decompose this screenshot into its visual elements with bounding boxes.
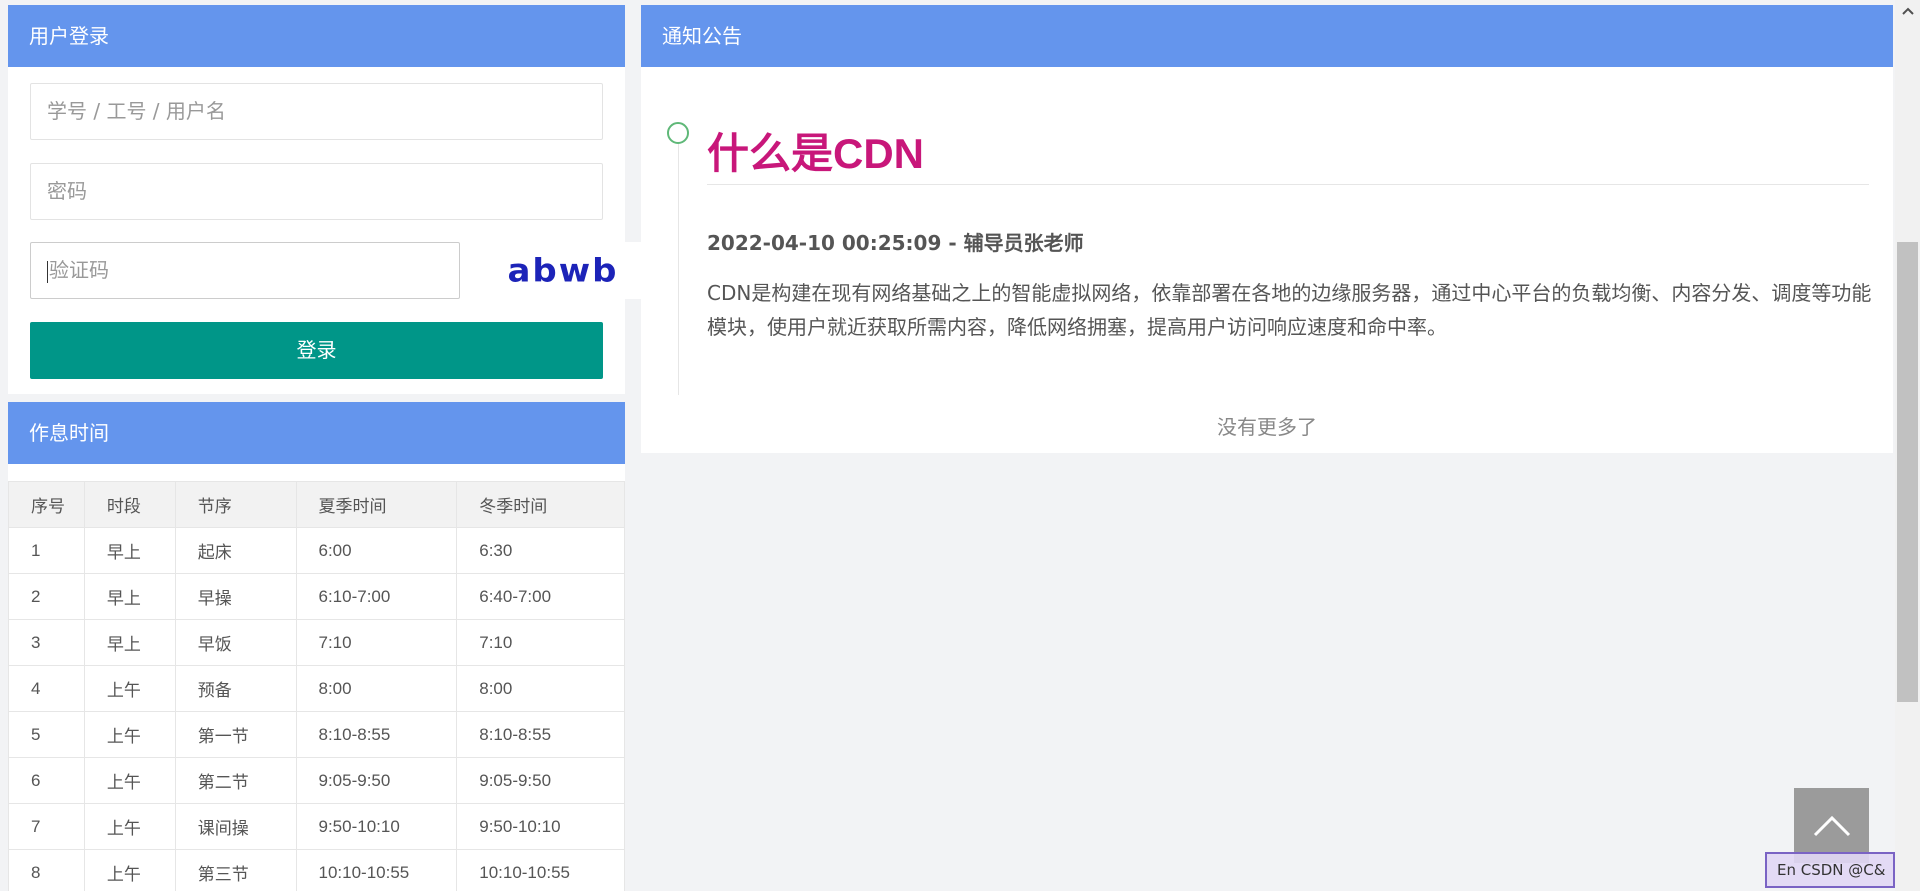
column-header: 时段 [83, 481, 176, 528]
table-cell: 早上 [83, 573, 176, 620]
table-cell: 9:05-9:50 [456, 757, 625, 804]
captcha-input[interactable]: 验证码 [30, 242, 460, 299]
table-cell: 10:10-10:55 [295, 849, 458, 891]
schedule-panel: 作息时间 序号 时段 节序 夏季时间 冬季时间 1 早上 起床 6:00 6:30 2 早上… [8, 402, 625, 891]
table-cell: 8:10-8:55 [456, 711, 625, 758]
login-button[interactable]: 登录 [30, 322, 603, 379]
table-row: 3 早上 早饭 7:10 7:10 [8, 619, 625, 666]
captcha-image[interactable]: abwb [483, 242, 643, 299]
table-row: 2 早上 早操 6:10-7:00 6:40-7:00 [8, 573, 625, 620]
table-cell: 7:10 [456, 619, 625, 666]
table-cell: 8:10-8:55 [295, 711, 458, 758]
column-header: 冬季时间 [456, 481, 625, 528]
meta-separator: - [941, 231, 964, 255]
table-row: 5 上午 第一节 8:10-8:55 8:10-8:55 [8, 711, 625, 758]
schedule-panel-title: 作息时间 [8, 402, 625, 464]
notice-meta: 2022-04-10 00:25:09 - 辅导员张老师 [707, 227, 1084, 256]
table-cell: 9:05-9:50 [295, 757, 458, 804]
table-cell: 9:50-10:10 [456, 803, 625, 850]
scrollbar-thumb[interactable] [1897, 242, 1918, 702]
table-cell: 6:40-7:00 [456, 573, 625, 620]
chevron-up-icon [1813, 815, 1850, 836]
table-cell: 上午 [83, 803, 176, 850]
table-cell: 5 [8, 711, 85, 758]
password-input[interactable]: 密码 [30, 163, 603, 220]
notice-body: CDN是构建在现有网络基础之上的智能虚拟网络，依靠部署在各地的边缘服务器，通过中… [707, 281, 1872, 339]
table-cell: 6:00 [295, 527, 458, 574]
table-cell: 上午 [83, 711, 176, 758]
table-cell: 上午 [83, 665, 176, 712]
table-row: 4 上午 预备 8:00 8:00 [8, 665, 625, 712]
timeline-line [678, 142, 679, 395]
table-cell: 4 [8, 665, 85, 712]
table-cell: 6:10-7:00 [295, 573, 458, 620]
table-cell: 6 [8, 757, 85, 804]
csdn-watermark: En CSDN @C& [1765, 852, 1895, 888]
table-cell: 6:30 [456, 527, 625, 574]
scroll-up-arrow-icon[interactable] [1895, 0, 1920, 22]
column-header: 序号 [8, 481, 85, 528]
notice-panel-title: 通知公告 [641, 5, 1893, 67]
captcha-placeholder: 验证码 [49, 258, 109, 282]
table-cell: 10:10-10:55 [456, 849, 625, 891]
timeline-dot-icon [667, 122, 689, 144]
table-cell: 2 [8, 573, 85, 620]
table-cell: 上午 [83, 757, 176, 804]
column-header: 节序 [174, 481, 297, 528]
table-cell: 上午 [83, 849, 176, 891]
table-row: 8 上午 第三节 10:10-10:55 10:10-10:55 [8, 849, 625, 891]
table-cell: 3 [8, 619, 85, 666]
table-row: 6 上午 第二节 9:05-9:50 9:05-9:50 [8, 757, 625, 804]
login-panel-title: 用户登录 [8, 5, 625, 67]
table-cell: 早操 [174, 573, 297, 620]
table-cell: 早饭 [174, 619, 297, 666]
notice-author: 辅导员张老师 [963, 231, 1084, 255]
table-row: 7 上午 课间操 9:50-10:10 9:50-10:10 [8, 803, 625, 850]
notice-headline[interactable]: 什么是CDN [707, 120, 924, 181]
page-scrollbar[interactable] [1895, 0, 1920, 891]
divider [707, 184, 1869, 185]
table-cell: 预备 [174, 665, 297, 712]
table-cell: 8:00 [295, 665, 458, 712]
username-input[interactable]: 学号 / 工号 / 用户名 [30, 83, 603, 140]
table-cell: 7:10 [295, 619, 458, 666]
table-cell: 8:00 [456, 665, 625, 712]
table-cell: 9:50-10:10 [295, 803, 458, 850]
text-cursor [47, 260, 48, 283]
captcha-text: abwb [507, 251, 619, 290]
schedule-table: 序号 时段 节序 夏季时间 冬季时间 1 早上 起床 6:00 6:30 2 早上 早操 6:1… [8, 481, 625, 891]
table-cell: 起床 [174, 527, 297, 574]
no-more-text: 没有更多了 [1217, 415, 1317, 439]
notice-date: 2022-04-10 00:25:09 [707, 231, 942, 255]
table-row: 1 早上 起床 6:00 6:30 [8, 527, 625, 574]
table-cell: 第二节 [174, 757, 297, 804]
table-cell: 第三节 [174, 849, 297, 891]
notice-panel: 通知公告 什么是CDN 2022-04-10 00:25:09 - 辅导员张老师… [641, 5, 1893, 453]
table-cell: 8 [8, 849, 85, 891]
login-panel: 用户登录 学号 / 工号 / 用户名 密码 验证码 abwb 登录 [8, 5, 643, 394]
table-cell: 课间操 [174, 803, 297, 850]
table-cell: 7 [8, 803, 85, 850]
table-cell: 早上 [83, 527, 176, 574]
table-cell: 第一节 [174, 711, 297, 758]
column-header: 夏季时间 [295, 481, 458, 528]
table-cell: 1 [8, 527, 85, 574]
table-header-row: 序号 时段 节序 夏季时间 冬季时间 [8, 481, 625, 528]
table-cell: 早上 [83, 619, 176, 666]
